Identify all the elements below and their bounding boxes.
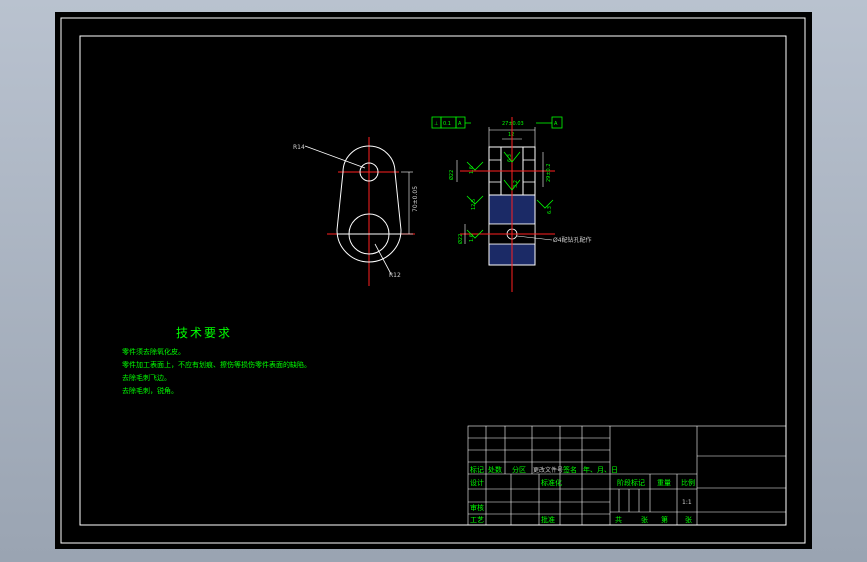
front-top-label: R14 — [293, 144, 305, 151]
tb-col-mark: 标记 — [470, 465, 484, 474]
top-dim: 27±0.03 — [502, 121, 524, 127]
notes-line-1: 零件须去除氧化皮。 — [122, 347, 185, 356]
notes-title: 技术要求 — [176, 326, 232, 340]
roughness-e: 1.6 — [469, 234, 475, 242]
roughness-d: 12.5 — [471, 199, 477, 210]
tb-stage-mark: 阶段标记 — [617, 478, 645, 487]
roughness-f: 6.3 — [547, 206, 553, 214]
title-block — [467, 425, 787, 526]
gdt-symbol: ⊥ — [434, 121, 438, 127]
tb-total: 共 — [615, 515, 622, 524]
outer-frame — [60, 17, 806, 544]
title-block-frame — [467, 425, 787, 526]
tb-scale-value: 1:1 — [682, 499, 692, 506]
tb-scale: 比例 — [681, 478, 695, 487]
tb-sheet-unit-2: 张 — [685, 515, 692, 524]
cad-viewport[interactable]: R14 R12 70±0.05 ⊥ 0.1 A A 27±0.03 12 Ø22… — [55, 12, 812, 549]
tb-review: 审核 — [470, 503, 484, 512]
tb-process: 工艺 — [470, 516, 484, 524]
tb-approve: 批准 — [541, 515, 555, 524]
hole-callout: Ø4配钻孔配作 — [553, 236, 592, 244]
tb-col-date: 年、月、日 — [583, 465, 618, 474]
datum-box-label: A — [554, 121, 558, 127]
left-dim: Ø22 — [448, 170, 455, 180]
gdt-tolerance: 0.1 — [443, 121, 451, 127]
inner-frame — [79, 35, 787, 526]
tb-col-sign: 签名 — [563, 465, 577, 474]
tb-standardize: 标准化 — [541, 478, 562, 487]
front-view: R14 R12 70±0.05 — [293, 137, 419, 286]
right-dim: 29±0.2 — [546, 163, 552, 182]
front-right-dim: 70±0.05 — [412, 186, 419, 212]
tb-col-count: 处数 — [488, 465, 502, 474]
tb-col-change: 更改文件号 — [533, 466, 563, 474]
roughness-c: 1.6 — [469, 166, 475, 174]
side-view: ⊥ 0.1 A A 27±0.03 12 Ø22 Ø22 29±0.2 6.3 … — [431, 116, 592, 292]
tb-design: 设计 — [470, 478, 484, 487]
tb-sheet-no: 第 — [661, 515, 668, 524]
inner-dim: 12 — [508, 132, 514, 138]
front-bottom-label: R12 — [389, 272, 401, 279]
gdt-datum: A — [458, 121, 462, 127]
notes-line-2: 零件加工表面上，不应有划痕、擦伤等损伤零件表面的缺陷。 — [122, 360, 311, 369]
notes-line-3: 去除毛刺飞边。 — [122, 373, 171, 382]
notes-line-4: 去除毛刺，锐角。 — [122, 386, 178, 395]
drawing-canvas: R14 R12 70±0.05 ⊥ 0.1 A A 27±0.03 12 Ø22… — [60, 17, 806, 544]
tb-weight: 重量 — [657, 479, 671, 487]
roughness-b: 3.2 — [513, 180, 519, 188]
technical-notes: 技术要求 零件须去除氧化皮。 零件加工表面上，不应有划痕、擦伤等损伤零件表面的缺… — [122, 326, 311, 395]
roughness-a: 6.3 — [507, 154, 513, 162]
lower-left-dim: Ø22 — [457, 234, 464, 244]
tb-col-zone: 分区 — [512, 465, 526, 474]
tb-sheet-unit: 张 — [641, 515, 648, 524]
